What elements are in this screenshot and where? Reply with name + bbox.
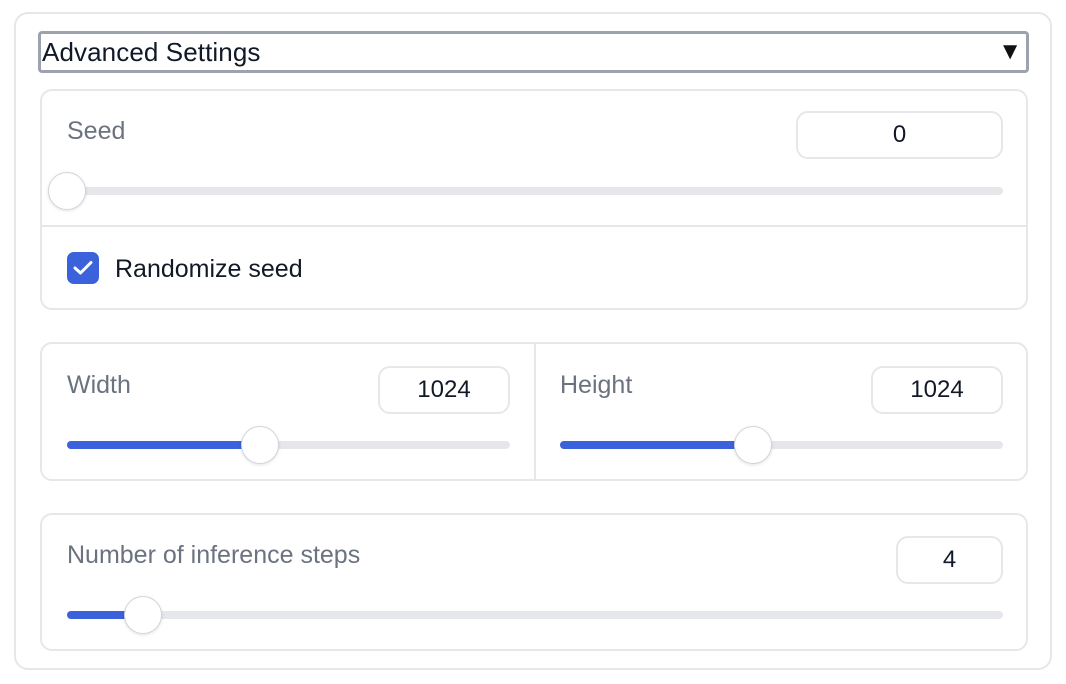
inference-steps-panel: Number of inference steps 4 bbox=[40, 513, 1028, 651]
height-slider-thumb[interactable] bbox=[733, 426, 772, 464]
seed-panel: Seed 0 Randomize seed bbox=[40, 89, 1028, 310]
randomize-seed-label: Randomize seed bbox=[115, 255, 303, 283]
width-number-input[interactable]: 1024 bbox=[378, 366, 510, 414]
width-slider[interactable] bbox=[67, 441, 510, 449]
dimensions-divider bbox=[534, 344, 536, 479]
width-label: Width bbox=[67, 371, 131, 399]
seed-label: Seed bbox=[67, 117, 126, 145]
seed-slider-thumb[interactable] bbox=[48, 172, 86, 210]
width-slider-thumb[interactable] bbox=[240, 426, 279, 464]
seed-panel-divider bbox=[42, 225, 1026, 227]
accordion-title: Advanced Settings bbox=[42, 36, 261, 67]
checkmark-icon bbox=[73, 261, 93, 275]
seed-slider[interactable] bbox=[67, 187, 1003, 195]
height-slider[interactable] bbox=[560, 441, 1003, 449]
inference-steps-slider-thumb[interactable] bbox=[123, 596, 162, 634]
height-number-input[interactable]: 1024 bbox=[871, 366, 1003, 414]
inference-steps-label: Number of inference steps bbox=[67, 541, 361, 569]
inference-steps-number-input[interactable]: 4 bbox=[896, 536, 1003, 584]
randomize-seed-checkbox[interactable] bbox=[67, 252, 99, 284]
width-slider-fill bbox=[67, 441, 260, 449]
advanced-settings-accordion-toggle[interactable]: Advanced Settings ▼ bbox=[38, 31, 1029, 73]
height-label: Height bbox=[560, 371, 633, 399]
height-slider-fill bbox=[560, 441, 753, 449]
dimensions-panel: Width 1024 Height 1024 bbox=[40, 342, 1028, 481]
inference-steps-slider[interactable] bbox=[67, 611, 1003, 619]
seed-number-input[interactable]: 0 bbox=[796, 111, 1003, 159]
caret-down-icon: ▼ bbox=[998, 38, 1022, 65]
